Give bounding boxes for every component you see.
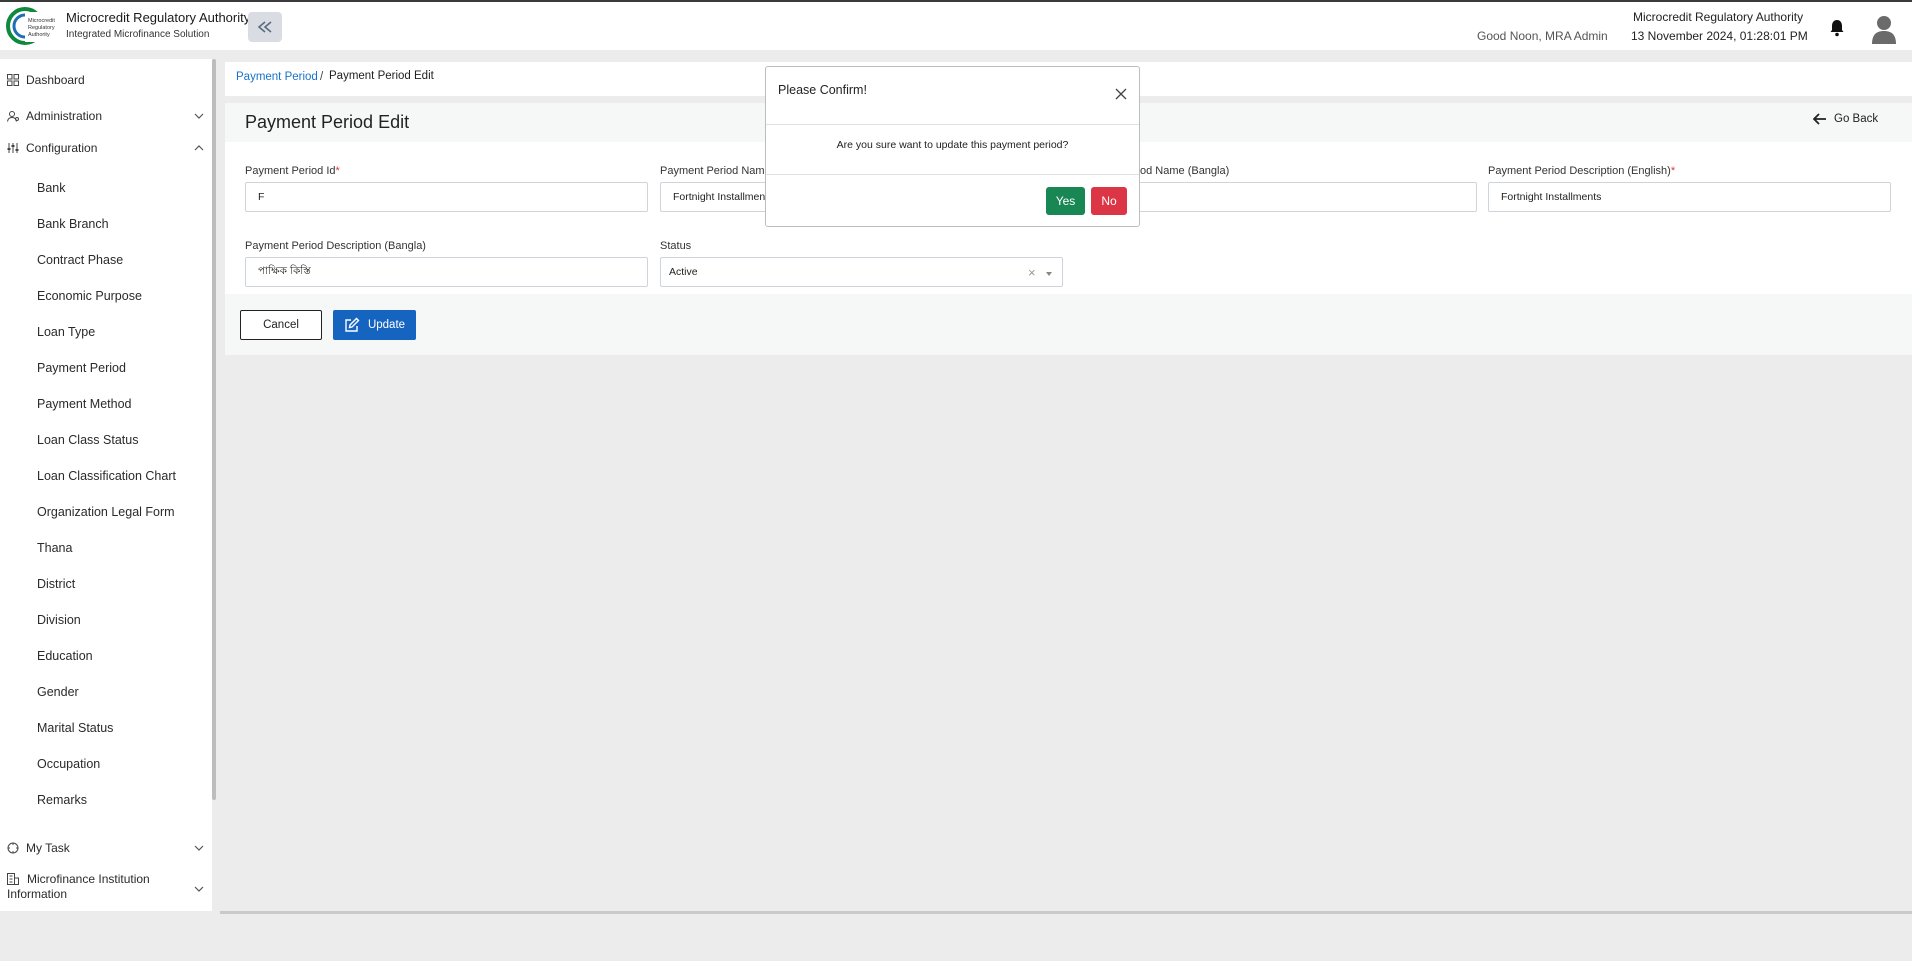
go-back-label: Go Back	[1834, 113, 1879, 125]
sidebar-item-administration[interactable]: Administration	[0, 102, 212, 130]
sidebar-item-label: Dashboard	[26, 73, 85, 87]
dialog-title: Please Confirm!	[778, 83, 867, 97]
sidebar-item-division[interactable]: Division	[37, 613, 81, 627]
period-id-label: Payment Period Id*	[245, 165, 340, 177]
mra-logo: Microcredit Regulatory Authority	[6, 7, 59, 45]
svg-text:Authority: Authority	[28, 32, 50, 38]
sidebar-item-economic-purpose[interactable]: Economic Purpose	[37, 289, 142, 303]
chevron-down-icon	[194, 845, 204, 851]
sidebar-item-loan-class-status[interactable]: Loan Class Status	[37, 433, 138, 447]
grid-icon	[7, 74, 19, 86]
arrow-left-icon	[1813, 113, 1826, 125]
app-title: Microcredit Regulatory Authority	[66, 10, 251, 25]
app-header: Microcredit Regulatory Authority Microcr…	[0, 2, 1912, 50]
sidebar-item-district[interactable]: District	[37, 577, 75, 591]
sidebar-item-education[interactable]: Education	[37, 649, 93, 663]
chevron-down-icon	[194, 886, 204, 892]
svg-text:Regulatory: Regulatory	[28, 25, 55, 31]
no-button[interactable]: No	[1091, 187, 1127, 215]
sidebar-item-loan-classification-chart[interactable]: Loan Classification Chart	[37, 469, 176, 483]
breadcrumb-current: Payment Period Edit	[329, 70, 434, 82]
sidebar: Dashboard Administration Configuration B…	[0, 59, 212, 911]
sidebar-item-thana[interactable]: Thana	[37, 541, 72, 555]
caret-down-icon[interactable]	[1046, 272, 1052, 276]
cancel-button[interactable]: Cancel	[240, 310, 322, 340]
name-english-label: Payment Period Name	[660, 165, 771, 177]
bell-icon[interactable]	[1829, 19, 1845, 37]
required-mark: *	[1670, 165, 1676, 177]
status-select[interactable]: Active	[660, 257, 1063, 287]
sidebar-item-occupation[interactable]: Occupation	[37, 757, 100, 771]
dialog-divider	[766, 124, 1139, 125]
edit-icon	[345, 317, 360, 332]
sidebar-item-marital-status[interactable]: Marital Status	[37, 721, 113, 735]
sidebar-item-bank[interactable]: Bank	[37, 181, 66, 195]
name-bangla-input[interactable]	[1140, 182, 1477, 212]
user-avatar-icon[interactable]	[1871, 14, 1897, 44]
yes-button[interactable]: Yes	[1046, 187, 1085, 215]
sidebar-item-label: Configuration	[26, 141, 98, 155]
sidebar-item-payment-period[interactable]: Payment Period	[37, 361, 126, 375]
task-icon	[7, 842, 19, 854]
sidebar-item-mfi-information[interactable]: Microfinance Institution Information	[0, 871, 212, 905]
sidebar-scrollbar[interactable]	[212, 59, 216, 800]
description-english-label: Payment Period Description (English)*	[1488, 165, 1676, 177]
sidebar-item-my-task[interactable]: My Task	[0, 834, 212, 862]
sidebar-item-dashboard[interactable]: Dashboard	[0, 66, 212, 94]
name-english-input[interactable]: Fortnight Installmen	[660, 182, 765, 212]
dialog-message: Are you sure want to update this payment…	[836, 139, 1069, 151]
org-name: Microcredit Regulatory Authority	[1633, 10, 1804, 24]
status-label: Status	[660, 240, 692, 252]
app-subtitle: Integrated Microfinance Solution	[66, 29, 210, 40]
sidebar-item-label: My Task	[26, 841, 70, 855]
chevron-up-icon	[194, 145, 204, 151]
required-mark: *	[335, 165, 340, 177]
horizontal-scrollbar[interactable]	[220, 911, 1912, 914]
description-bangla-label: Payment Period Description (Bangla)	[245, 240, 426, 252]
update-label: Update	[367, 319, 406, 331]
sidebar-item-remarks[interactable]: Remarks	[37, 793, 87, 807]
greeting-text: Good Noon, MRA Admin	[1477, 29, 1608, 43]
period-id-input[interactable]: F	[245, 182, 648, 212]
sidebar-collapse-button[interactable]	[248, 12, 282, 42]
sidebar-item-gender[interactable]: Gender	[37, 685, 79, 699]
update-button[interactable]: Update	[333, 310, 416, 340]
users-settings-icon	[7, 111, 19, 122]
chevron-down-icon	[194, 113, 204, 119]
sidebar-item-label: Microfinance Institution Information	[7, 872, 150, 901]
sidebar-item-label: Administration	[26, 109, 103, 123]
go-back-button[interactable]: Go Back	[1813, 113, 1878, 125]
close-icon[interactable]	[1114, 87, 1128, 101]
dialog-divider	[766, 174, 1139, 175]
sidebar-item-contract-phase[interactable]: Contract Phase	[37, 253, 123, 267]
sidebar-item-loan-type[interactable]: Loan Type	[37, 325, 95, 339]
current-datetime: 13 November 2024, 01:28:01 PM	[1631, 29, 1808, 43]
sidebar-item-configuration[interactable]: Configuration	[0, 134, 212, 162]
breadcrumb-separator: /	[320, 71, 324, 83]
page-title: Payment Period Edit	[245, 112, 410, 132]
name-bangla-label: od Name (Bangla)	[1140, 165, 1230, 177]
clear-icon[interactable]: ×	[1028, 265, 1036, 280]
sidebar-item-payment-method[interactable]: Payment Method	[37, 397, 132, 411]
confirm-dialog: Please Confirm! Are you sure want to upd…	[765, 66, 1140, 227]
breadcrumb-link-payment-period[interactable]: Payment Period	[236, 71, 318, 83]
description-english-input[interactable]: Fortnight Installments	[1488, 182, 1891, 212]
description-bangla-input[interactable]: পাক্ষিক কিস্তি	[245, 257, 648, 287]
sliders-icon	[7, 143, 19, 153]
sidebar-item-organization-legal-form[interactable]: Organization Legal Form	[37, 505, 175, 519]
sidebar-item-bank-branch[interactable]: Bank Branch	[37, 217, 109, 231]
svg-text:Microcredit: Microcredit	[28, 18, 55, 24]
double-chevron-left-icon	[257, 21, 272, 33]
